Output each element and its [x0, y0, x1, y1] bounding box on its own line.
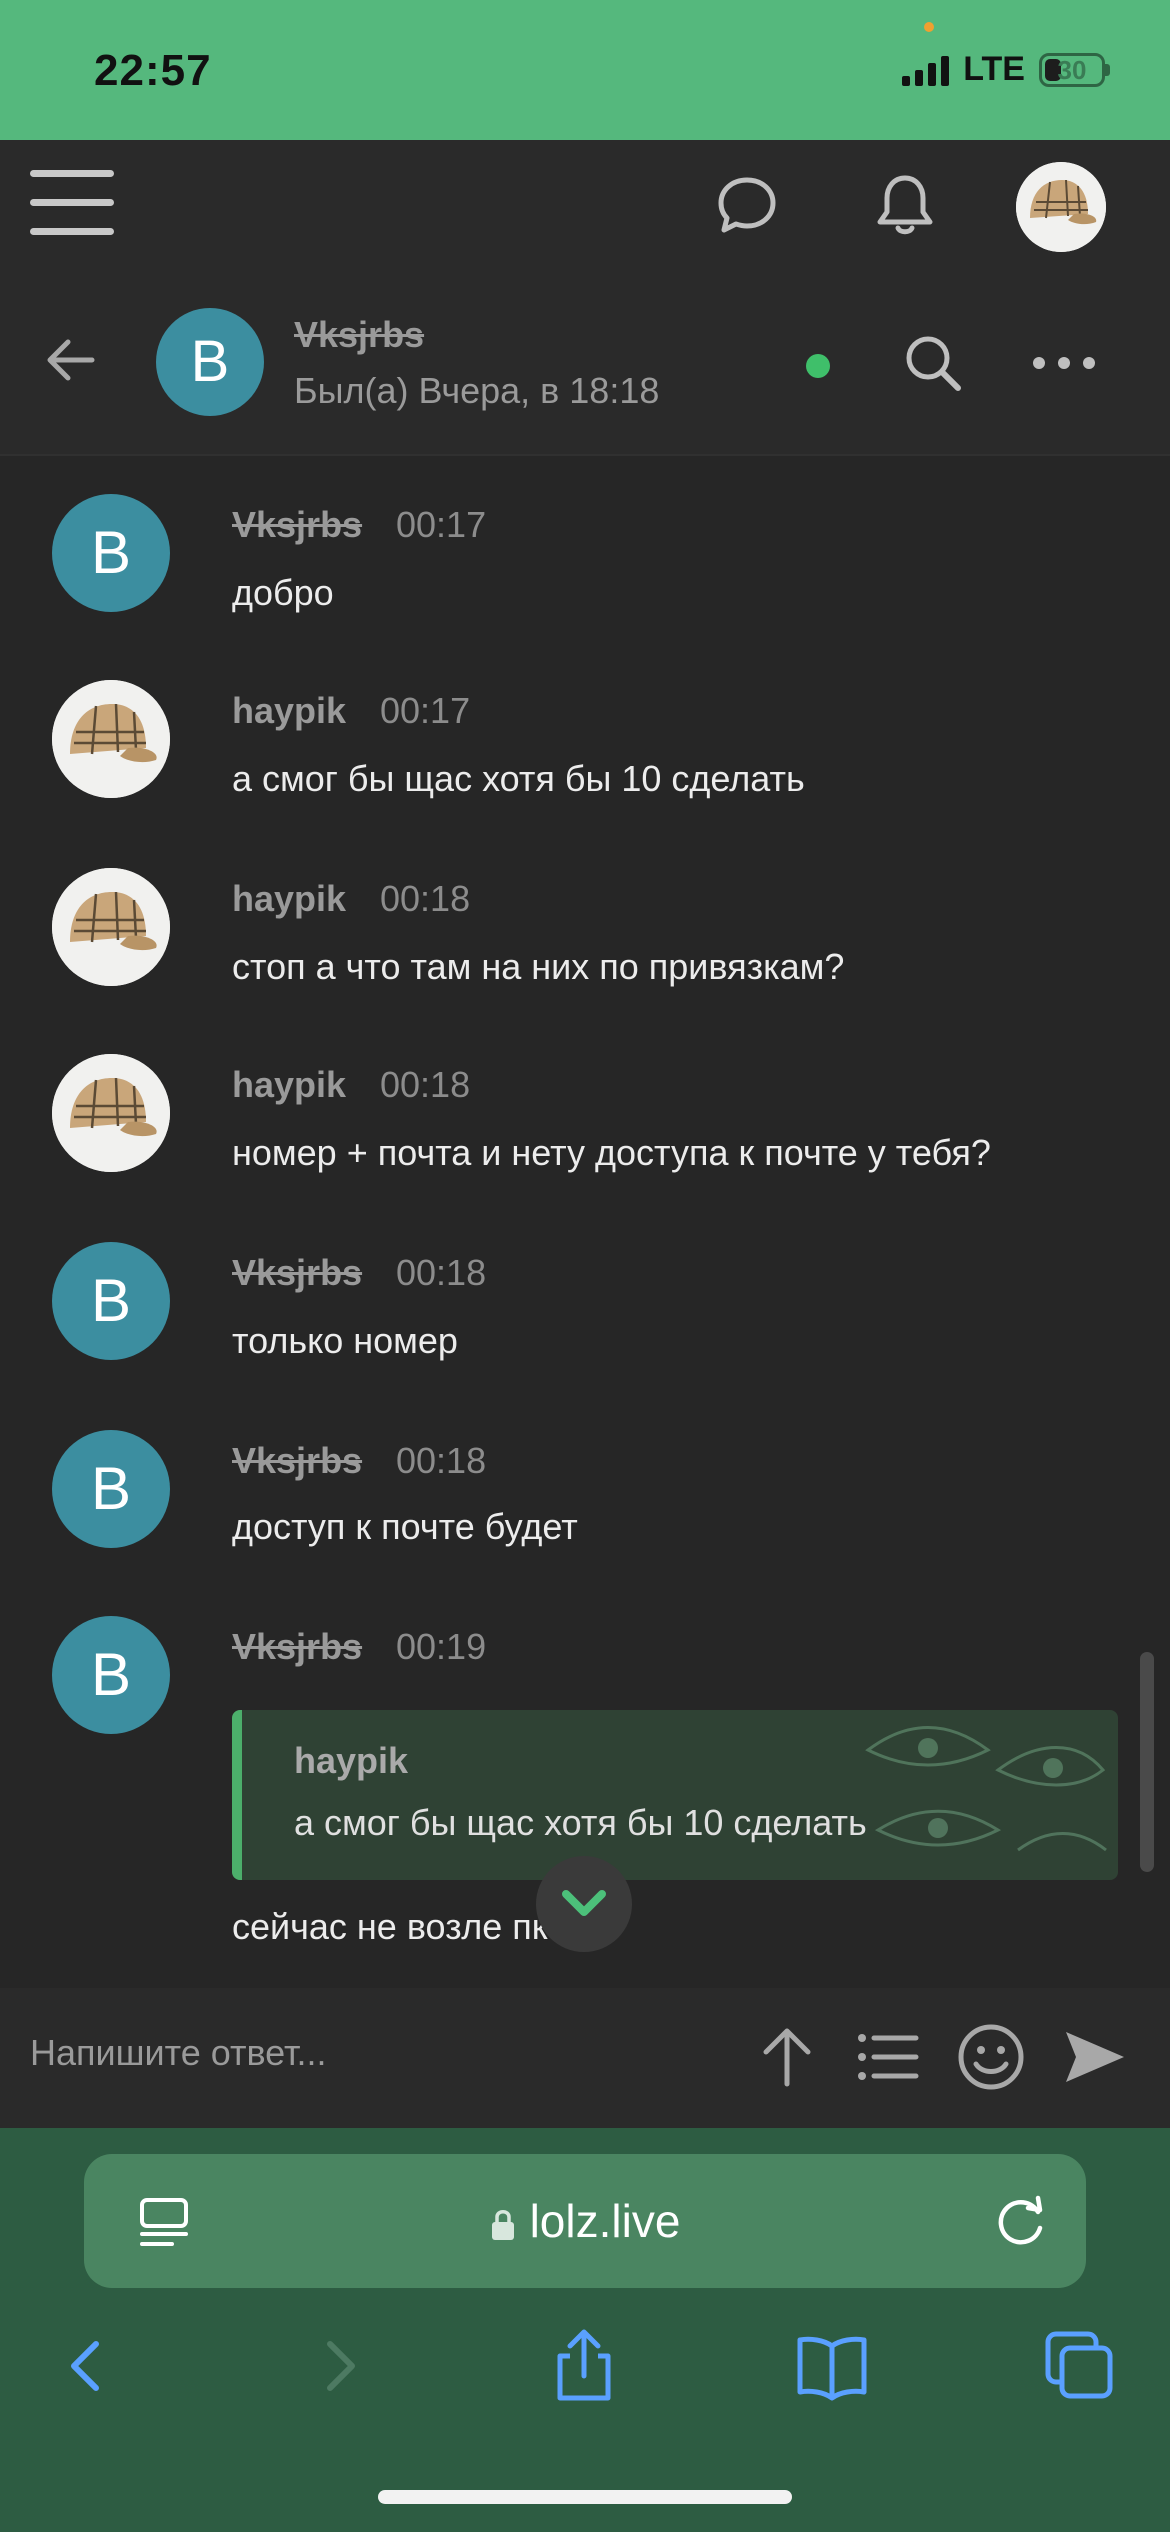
- message-text: стоп а что там на них по привязкам?: [232, 946, 845, 987]
- online-status-dot: [806, 354, 830, 378]
- tabs-icon[interactable]: [1042, 2328, 1118, 2404]
- message-author[interactable]: haypik: [232, 690, 346, 732]
- chat-last-seen: Был(а) Вчера, в 18:18: [294, 370, 660, 411]
- quote-text: а смог бы щас хотя бы 10 сделать: [294, 1802, 867, 1843]
- network-type: LTE: [963, 50, 1025, 88]
- hamburger-icon[interactable]: [30, 170, 114, 240]
- privacy-indicator-dot: [924, 22, 934, 32]
- send-icon[interactable]: [1060, 2022, 1130, 2092]
- message-text: доступ к почте будет: [232, 1506, 578, 1547]
- message-time: 00:18: [396, 1252, 487, 1293]
- app-header: [0, 140, 1170, 270]
- reload-icon[interactable]: [990, 2190, 1052, 2252]
- message-time: 00:19: [396, 1626, 487, 1667]
- lock-icon: [491, 2209, 514, 2240]
- quote-decoration: [865, 1726, 1107, 1852]
- message-text: номер + почта и нету доступа к почте у т…: [232, 1132, 991, 1173]
- more-dots-icon[interactable]: [1030, 348, 1098, 378]
- quote-author: haypik: [294, 1740, 409, 1781]
- message-avatar[interactable]: [52, 680, 170, 798]
- search-icon[interactable]: [900, 330, 966, 396]
- message-text: только номер: [232, 1320, 458, 1361]
- message-avatar[interactable]: B: [52, 1616, 170, 1734]
- forward-icon[interactable]: [300, 2328, 376, 2404]
- bell-icon[interactable]: [870, 170, 940, 240]
- message-author[interactable]: Vksjrbs: [232, 1626, 362, 1668]
- message-scrollbar[interactable]: [1140, 1652, 1154, 1872]
- scroll-to-bottom-button[interactable]: [536, 1856, 632, 1952]
- message-avatar[interactable]: B: [52, 1242, 170, 1360]
- message-author[interactable]: haypik: [232, 878, 346, 920]
- message-time: 00:18: [380, 1064, 471, 1105]
- message-time: 00:18: [396, 1440, 487, 1481]
- status-indicators: LTE 30: [902, 50, 1110, 89]
- message-text: добро: [232, 572, 334, 613]
- speech-bubble-icon[interactable]: [712, 170, 782, 240]
- smiley-icon[interactable]: [956, 2022, 1026, 2092]
- chat-name[interactable]: Vksjrbs: [294, 314, 424, 356]
- reply-bar: [0, 1988, 1170, 2128]
- upload-arrow-icon[interactable]: [752, 2022, 822, 2092]
- message-text: а смог бы щас хотя бы 10 сделать: [232, 758, 805, 799]
- address-bar[interactable]: lolz.live: [84, 2154, 1086, 2288]
- list-icon[interactable]: [852, 2022, 922, 2092]
- battery-level: 30: [1057, 54, 1087, 85]
- back-arrow-icon[interactable]: [42, 330, 102, 390]
- message-text: сейчас не возле пк: [232, 1906, 548, 1947]
- reply-input[interactable]: [30, 2008, 730, 2098]
- back-icon[interactable]: [50, 2328, 126, 2404]
- message-time: 00:18: [380, 878, 471, 919]
- bookmarks-icon[interactable]: [794, 2328, 870, 2404]
- message-avatar[interactable]: [52, 868, 170, 986]
- chat-avatar[interactable]: B: [156, 308, 264, 416]
- profile-avatar[interactable]: [1016, 162, 1106, 252]
- chevron-down-icon: [562, 1890, 606, 1916]
- message-author[interactable]: haypik: [232, 1064, 346, 1106]
- message-author[interactable]: Vksjrbs: [232, 1440, 362, 1482]
- signal-icon: [902, 54, 950, 86]
- url-display[interactable]: lolz.live: [84, 2154, 1086, 2288]
- message-avatar[interactable]: B: [52, 494, 170, 612]
- message-time: 00:17: [396, 504, 487, 545]
- chat-header: B Vksjrbs Был(а) Вчера, в 18:18: [0, 270, 1170, 456]
- browser-toolbar: lolz.live: [0, 2128, 1170, 2532]
- quoted-message[interactable]: haypik а смог бы щас хотя бы 10 сделать: [232, 1710, 1118, 1880]
- url-text: lolz.live: [529, 2195, 681, 2247]
- message-author[interactable]: Vksjrbs: [232, 504, 362, 546]
- status-time: 22:57: [94, 46, 212, 95]
- share-icon[interactable]: [546, 2328, 622, 2404]
- message-avatar[interactable]: B: [52, 1430, 170, 1548]
- status-bar: 22:57 LTE 30: [0, 0, 1170, 140]
- battery-icon: 30: [1039, 52, 1105, 87]
- message-avatar[interactable]: [52, 1054, 170, 1172]
- message-author[interactable]: Vksjrbs: [232, 1252, 362, 1294]
- home-indicator[interactable]: [378, 2490, 792, 2504]
- message-time: 00:17: [380, 690, 471, 731]
- message-list[interactable]: B Vksjrbs 00:17 добро haypik 00:17 а смо…: [0, 458, 1170, 1988]
